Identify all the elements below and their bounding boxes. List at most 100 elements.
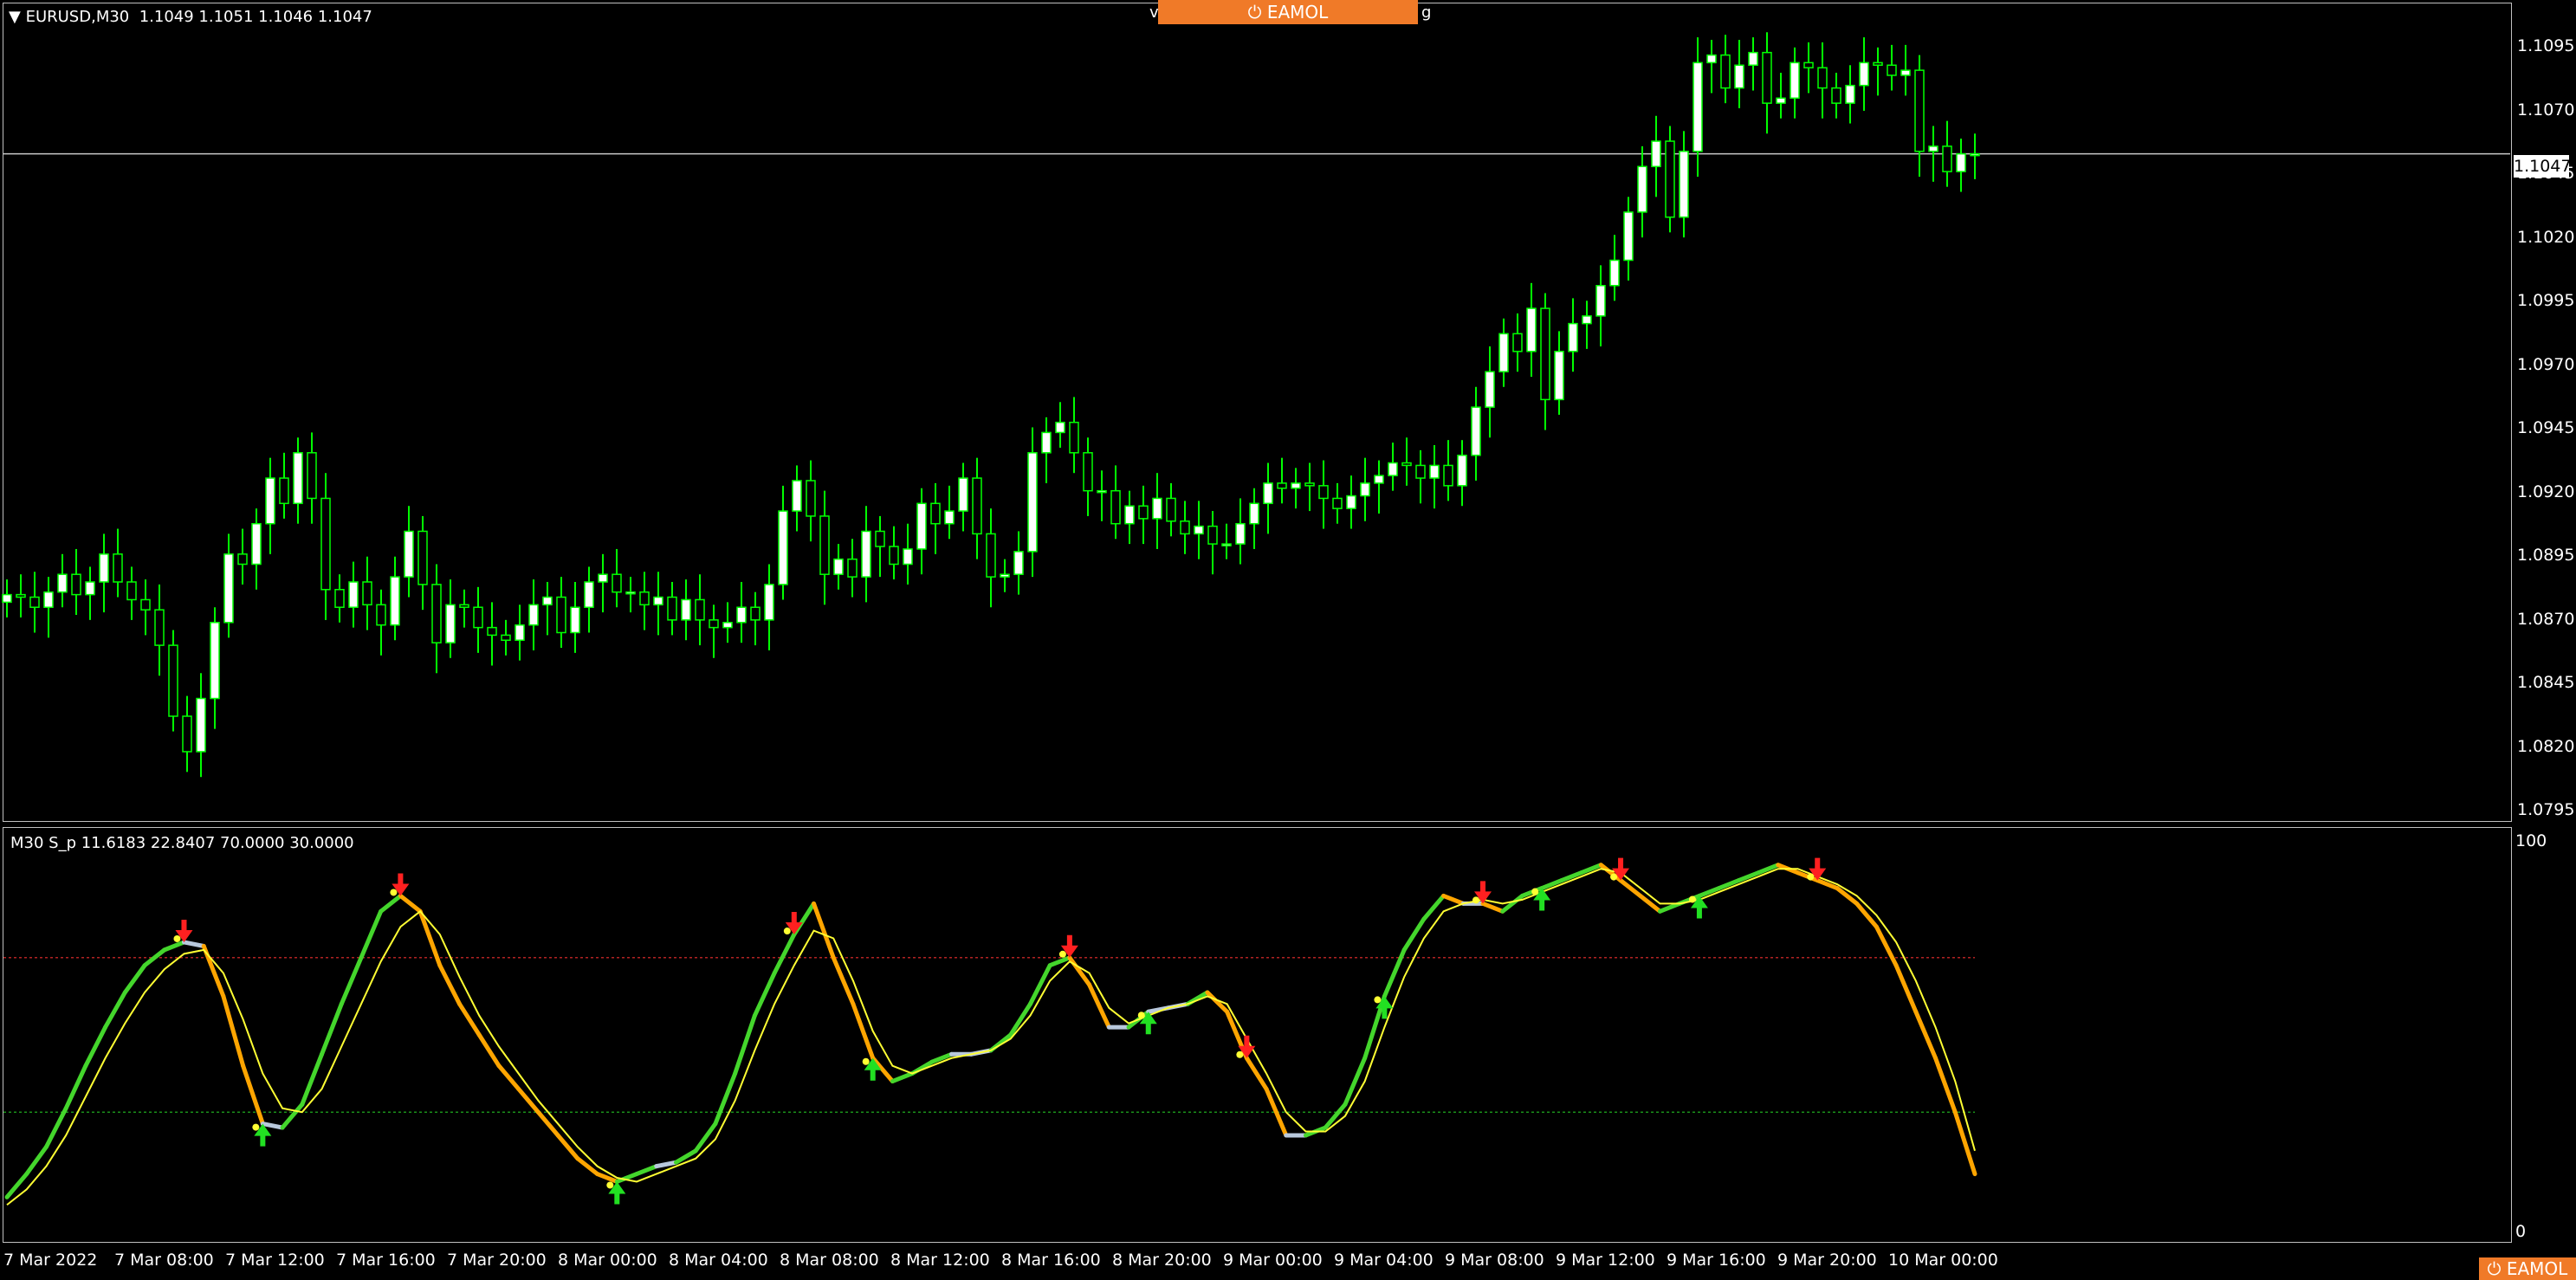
main-line-segment <box>1382 947 1407 999</box>
time-tick-label: 9 Mar 20:00 <box>1777 1251 1877 1270</box>
candle-bull <box>778 510 788 585</box>
main-line-segment <box>713 1071 738 1127</box>
candle-bear <box>334 589 345 608</box>
time-tick-label: 7 Mar 08:00 <box>114 1251 214 1270</box>
candle-bull <box>584 581 594 608</box>
candle-bear <box>362 581 372 606</box>
candle-bull <box>1637 165 1647 213</box>
candle-bull <box>43 591 54 608</box>
candle-bull <box>1013 551 1024 575</box>
candle-bull <box>57 573 68 593</box>
main-line-segment <box>398 893 423 914</box>
candle-bear <box>459 604 469 608</box>
candle-bear <box>237 553 248 566</box>
candle-bull <box>1235 522 1246 545</box>
main-line-segment <box>851 1001 876 1061</box>
candle-bull <box>1595 285 1606 317</box>
candle-bull <box>1374 475 1384 484</box>
candle-bull <box>1027 452 1038 553</box>
price-tick-label: 1.0970 <box>2517 354 2575 374</box>
time-tick-label: 7 Mar 16:00 <box>336 1251 436 1270</box>
cross-dot <box>390 889 398 896</box>
main-line-segment <box>890 1071 915 1084</box>
candle-bull <box>542 596 553 606</box>
candle-bull <box>1360 482 1370 497</box>
price-tick-label: 1.0845 <box>2517 673 2575 692</box>
candle-bull <box>1055 421 1065 434</box>
candle-bear <box>501 634 511 642</box>
cross-dot <box>1058 950 1066 958</box>
main-line-segment <box>122 963 147 995</box>
candle-bear <box>1401 462 1412 467</box>
main-line-segment <box>1638 893 1662 914</box>
main-line-segment <box>1579 863 1603 876</box>
symbol-label: EURUSD,M30 <box>25 8 130 26</box>
brand-banner[interactable]: ⏻ EAMOL <box>1158 0 1418 24</box>
candle-bear <box>1873 61 1883 67</box>
candle-bull <box>390 576 400 626</box>
candle-bear <box>113 553 123 583</box>
chart-canvas <box>2 32 2510 1206</box>
cross-dot <box>1807 873 1815 881</box>
candle-bear <box>168 644 178 717</box>
time-tick-label: 7 Mar 2022 <box>3 1251 98 1270</box>
ohlc-values: 1.1049 1.1051 1.1046 1.1047 <box>139 8 372 26</box>
candle-bear <box>819 515 830 575</box>
time-tick-label: 8 Mar 08:00 <box>780 1251 879 1270</box>
candle-bear <box>1110 489 1121 525</box>
cross-dot <box>1610 873 1618 881</box>
current-price-tag: 1.1047 <box>2514 155 2572 178</box>
candle-bull <box>1651 140 1661 168</box>
price-tick-label: 1.0870 <box>2517 609 2575 629</box>
candle-bull <box>223 553 234 624</box>
candle-bull <box>1609 259 1620 287</box>
candle-bull <box>722 622 733 629</box>
time-tick-label: 8 Mar 16:00 <box>1001 1251 1101 1270</box>
candle-bear <box>930 502 941 525</box>
candle-bull <box>1956 152 1966 172</box>
candle-bull <box>210 622 220 700</box>
candle-bear <box>140 598 151 611</box>
main-line-segment <box>1480 901 1505 914</box>
candle-bull <box>1526 307 1537 352</box>
candle-bull <box>293 452 303 505</box>
signal-line <box>6 868 1976 1206</box>
main-line-segment <box>1815 878 1840 891</box>
candle-bull <box>515 624 525 642</box>
candle-bull <box>1900 69 1911 76</box>
candle-bull <box>99 553 109 583</box>
cross-dot <box>1137 1012 1145 1019</box>
candle-bull <box>1568 322 1578 352</box>
main-line-segment <box>1717 878 1741 891</box>
candle-bear <box>1166 497 1176 522</box>
candle-bear <box>126 581 137 601</box>
indicator-label: M30 S_p 11.6183 22.8407 70.0000 30.0000 <box>10 834 354 852</box>
candle-bear <box>473 606 483 629</box>
main-line-segment <box>280 1102 305 1130</box>
brand-corner[interactable]: ⏻ EAMOL <box>2479 1257 2576 1280</box>
main-line-segment <box>83 1025 108 1069</box>
candle-bear <box>1665 140 1675 218</box>
candle-bull <box>1221 543 1232 546</box>
candle-bull <box>265 477 275 525</box>
main-line-segment <box>575 1156 600 1177</box>
price-tick-label: 1.0920 <box>2517 482 2575 501</box>
candle-bull <box>1457 454 1467 487</box>
candle-bear <box>889 546 899 566</box>
candle-bull <box>1346 495 1356 509</box>
collapse-icon[interactable]: ▼ <box>9 8 21 26</box>
cross-dot <box>1531 888 1539 895</box>
main-line-segment <box>535 1109 560 1138</box>
candle-bear <box>16 593 26 598</box>
cross-dot <box>1374 996 1382 1004</box>
main-line-segment <box>241 1063 265 1127</box>
main-line-segment <box>1756 863 1781 876</box>
candle-bull <box>1194 525 1204 535</box>
cross-dot <box>606 1181 614 1189</box>
candle-bear <box>847 558 858 578</box>
candle-bull <box>1776 97 1786 104</box>
cross-dot <box>783 928 791 935</box>
candle-bear <box>1415 464 1426 479</box>
candle-bear <box>750 606 761 621</box>
candle-bull <box>570 606 580 634</box>
